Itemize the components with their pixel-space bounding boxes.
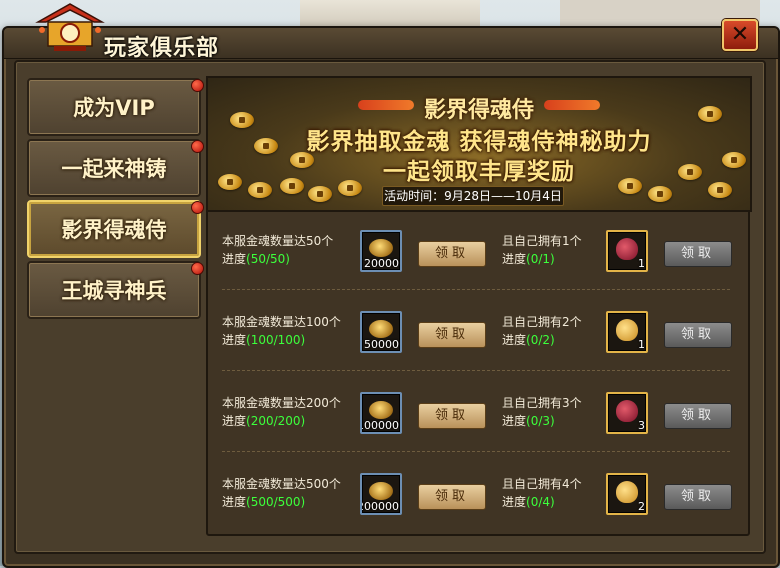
reward-item-slot[interactable]: 1: [606, 311, 648, 353]
claim-button-disabled[interactable]: 领取: [664, 322, 732, 348]
red-pouch-icon: [616, 400, 638, 422]
claim-button-disabled[interactable]: 领取: [664, 241, 732, 267]
close-icon: ✕: [730, 22, 750, 47]
tab-label: 一起来神铸: [61, 157, 167, 181]
item-quantity: 3: [638, 419, 645, 432]
tab-shadow-realm-soul[interactable]: 影界得魂侍: [27, 200, 204, 258]
event-banner: 影界得魂侍 影界抽取金魂 获得魂侍神秘助力 一起领取丰厚奖励 活动时间：9月28…: [206, 76, 752, 212]
gold-coin-pile-icon: [369, 320, 393, 338]
coin-icon: [648, 186, 672, 202]
row-divider: [222, 370, 730, 371]
banner-slogan-1: 影界抽取金魂 获得魂侍神秘助力: [306, 129, 652, 155]
item-quantity: 100000: [360, 419, 399, 432]
tab-forge-together[interactable]: 一起来神铸: [27, 139, 204, 197]
item-quantity: 2: [638, 500, 645, 513]
tab-label: 成为VIP: [73, 96, 155, 120]
item-quantity: 1: [638, 338, 645, 351]
alert-dot-icon: [191, 201, 204, 214]
reward-row: 本服金魂数量达200个 进度(200/200) 100000 领取 且自己拥有3…: [206, 372, 746, 452]
claim-button[interactable]: 领取: [418, 322, 486, 348]
row-divider: [222, 451, 730, 452]
claim-button[interactable]: 领取: [418, 484, 486, 510]
reward-item-slot[interactable]: 1: [606, 230, 648, 272]
claim-button-disabled[interactable]: 领取: [664, 403, 732, 429]
coin-icon: [308, 186, 332, 202]
title-bar[interactable]: 玩家俱乐部: [4, 28, 778, 61]
server-condition: 本服金魂数量达200个 进度(200/200): [222, 396, 341, 428]
close-button[interactable]: ✕: [722, 19, 758, 51]
server-progress: (50/50): [246, 252, 290, 266]
reward-item-slot[interactable]: 50000: [360, 311, 402, 353]
reward-item-slot[interactable]: 20000: [360, 230, 402, 272]
reward-row: 本服金魂数量达50个 进度(50/50) 20000 领取 且自己拥有1个 进度…: [206, 210, 746, 290]
self-condition: 且自己拥有1个 进度(0/1): [502, 234, 582, 266]
red-pouch-icon: [616, 238, 638, 260]
gold-pouch-icon: [616, 319, 638, 341]
row-divider: [222, 289, 730, 290]
claim-button-disabled[interactable]: 领取: [664, 484, 732, 510]
self-progress: (0/4): [526, 495, 555, 509]
tab-label: 王城寻神兵: [61, 279, 167, 303]
alert-dot-icon: [191, 140, 204, 153]
server-condition: 本服金魂数量达50个 进度(50/50): [222, 234, 334, 266]
server-condition: 本服金魂数量达100个 进度(100/100): [222, 315, 341, 347]
gold-pouch-icon: [616, 481, 638, 503]
window-title: 玩家俱乐部: [104, 36, 220, 61]
claim-button[interactable]: 领取: [418, 403, 486, 429]
reward-row: 本服金魂数量达500个 进度(500/500) 200000 领取 且自己拥有4…: [206, 453, 746, 533]
reward-item-slot[interactable]: 200000: [360, 473, 402, 515]
tab-label: 影界得魂侍: [61, 218, 167, 242]
event-date: 活动时间：9月28日——10月4日: [382, 186, 564, 206]
self-condition: 且自己拥有4个 进度(0/4): [502, 477, 582, 509]
alert-dot-icon: [191, 79, 204, 92]
banner-title: 影界得魂侍: [423, 98, 534, 123]
reward-row: 本服金魂数量达100个 进度(100/100) 50000 领取 且自己拥有2个…: [206, 291, 746, 371]
item-quantity: 1: [638, 257, 645, 270]
banner-slogan-2: 一起领取丰厚奖励: [383, 159, 575, 185]
reward-item-slot[interactable]: 100000: [360, 392, 402, 434]
item-quantity: 50000: [364, 338, 399, 351]
server-progress: (500/500): [246, 495, 306, 509]
self-progress: (0/3): [526, 414, 555, 428]
item-quantity: 200000: [360, 500, 399, 513]
alert-dot-icon: [191, 262, 204, 275]
self-condition: 且自己拥有3个 进度(0/3): [502, 396, 582, 428]
reward-item-slot[interactable]: 2: [606, 473, 648, 515]
item-quantity: 20000: [364, 257, 399, 270]
reward-item-slot[interactable]: 3: [606, 392, 648, 434]
server-progress: (200/200): [246, 414, 306, 428]
claim-button[interactable]: 领取: [418, 241, 486, 267]
gold-coin-pile-icon: [369, 401, 393, 419]
gold-coin-pile-icon: [369, 482, 393, 500]
server-progress: (100/100): [246, 333, 306, 347]
tab-royal-city-weapon[interactable]: 王城寻神兵: [27, 261, 204, 319]
self-progress: (0/1): [526, 252, 555, 266]
self-progress: (0/2): [526, 333, 555, 347]
self-condition: 且自己拥有2个 进度(0/2): [502, 315, 582, 347]
server-condition: 本服金魂数量达500个 进度(500/500): [222, 477, 341, 509]
gold-coin-pile-icon: [369, 239, 393, 257]
club-logo-icon: [35, 3, 105, 51]
tab-vip[interactable]: 成为VIP: [27, 78, 204, 136]
